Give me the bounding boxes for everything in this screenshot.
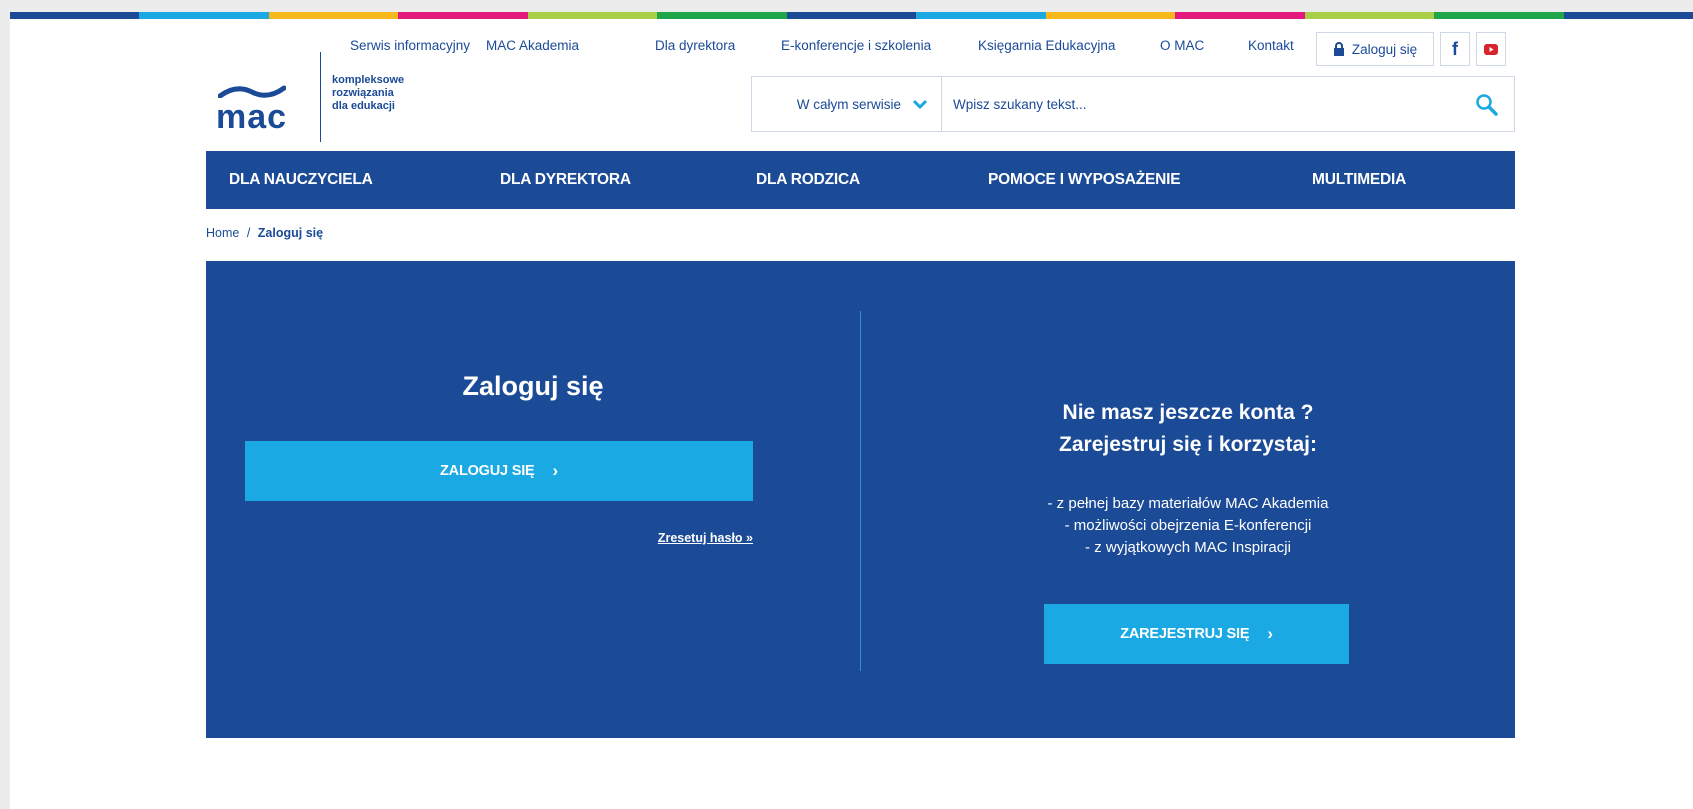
nav-dla-nauczyciela[interactable]: DLA NAUCZYCIELA	[229, 151, 373, 209]
register-heading-2: Zarejestruj się i korzystaj:	[1059, 433, 1317, 456]
toplink-mac-akademia[interactable]: MAC Akademia	[486, 38, 579, 53]
stripe-segment	[786, 12, 917, 19]
stripe-segment	[1434, 12, 1564, 19]
chevron-right-icon: ›	[1267, 624, 1273, 643]
page: mac kompleksowe rozwiązania dla edukacji…	[10, 12, 1693, 809]
logo-swoosh-icon	[218, 85, 286, 98]
chevron-right-icon: ›	[552, 461, 559, 480]
chevron-down-icon	[913, 99, 927, 109]
toplink-o-mac[interactable]: O MAC	[1160, 38, 1204, 53]
search-scope-select[interactable]: W całym serwisie	[752, 77, 942, 131]
stripe-segment	[398, 12, 528, 19]
toplink-e-konferencje[interactable]: E-konferencje i szkolenia	[781, 38, 931, 53]
toplink-ksiegarnia[interactable]: Księgarnia Edukacyjna	[978, 38, 1115, 53]
color-stripe	[10, 12, 1693, 19]
breadcrumb-home[interactable]: Home	[206, 226, 239, 240]
toplink-dla-dyrektora[interactable]: Dla dyrektora	[655, 38, 735, 53]
top-login-label: Zaloguj się	[1351, 41, 1418, 57]
login-button-label: ZALOGUJ SIĘ	[440, 463, 535, 479]
nav-multimedia[interactable]: MULTIMEDIA	[1312, 151, 1406, 209]
facebook-button[interactable]: f	[1440, 32, 1470, 66]
list-item: - z wyjątkowych MAC Inspiracji	[1085, 539, 1291, 556]
logo-word: mac	[216, 98, 288, 136]
stripe-segment	[1045, 12, 1176, 19]
search-button[interactable]	[1472, 90, 1502, 120]
toplink-serwis-informacyjny[interactable]: Serwis informacyjny	[350, 38, 470, 53]
panel-divider	[860, 311, 861, 671]
register-benefits-list: - z pełnej bazy materiałów MAC Akademia …	[861, 493, 1515, 559]
lock-icon	[1333, 41, 1344, 56]
register-button[interactable]: ZAREJESTRUJ SIĘ ›	[1044, 604, 1349, 664]
register-heading-1: Nie masz jeszcze konta ?	[1062, 401, 1314, 424]
login-button[interactable]: ZALOGUJ SIĘ ›	[245, 441, 753, 501]
youtube-button[interactable]	[1476, 32, 1506, 66]
login-title: Zaloguj się	[462, 371, 604, 401]
stripe-segment	[527, 12, 658, 19]
nav-dla-dyrektora[interactable]: DLA DYREKTORA	[500, 151, 631, 209]
stripe-segment	[268, 12, 399, 19]
stripe-segment	[139, 12, 269, 19]
facebook-icon: f	[1452, 38, 1458, 59]
search-scope-label: W całym serwisie	[796, 96, 901, 112]
reset-password-link[interactable]: Zresetuj hasło »	[658, 531, 753, 545]
logo-tagline: kompleksowe rozwiązania dla edukacji	[332, 74, 405, 112]
main-nav: DLA NAUCZYCIELA DLA DYREKTORA DLA RODZIC…	[206, 151, 1515, 209]
register-button-label: ZAREJESTRUJ SIĘ	[1120, 626, 1250, 642]
search-input[interactable]	[943, 77, 1443, 131]
search-icon	[1476, 94, 1498, 116]
search-bar: W całym serwisie	[751, 76, 1515, 132]
stripe-segment	[10, 12, 140, 19]
youtube-icon	[1484, 43, 1498, 55]
list-item: - z pełnej bazy materiałów MAC Akademia	[1047, 495, 1329, 512]
nav-pomoce-i-wyposazenie[interactable]: POMOCE I WYPOSAŻENIE	[988, 151, 1181, 209]
breadcrumb-separator: /	[246, 226, 251, 240]
stripe-segment	[1175, 12, 1305, 19]
login-panel: Zaloguj się ZALOGUJ SIĘ › Zresetuj hasło…	[206, 261, 1515, 738]
logo-divider	[320, 52, 321, 142]
stripe-segment	[1563, 12, 1693, 19]
toplink-kontakt[interactable]: Kontakt	[1248, 38, 1294, 53]
list-item: - możliwości obejrzenia E-konferencji	[1064, 517, 1312, 534]
top-login-button[interactable]: Zaloguj się	[1316, 32, 1434, 66]
stripe-segment	[916, 12, 1046, 19]
breadcrumb-current: Zaloguj się	[257, 226, 324, 240]
breadcrumb: Home / Zaloguj się	[206, 226, 323, 240]
stripe-segment	[657, 12, 787, 19]
stripe-segment	[1304, 12, 1435, 19]
nav-dla-rodzica[interactable]: DLA RODZICA	[756, 151, 860, 209]
